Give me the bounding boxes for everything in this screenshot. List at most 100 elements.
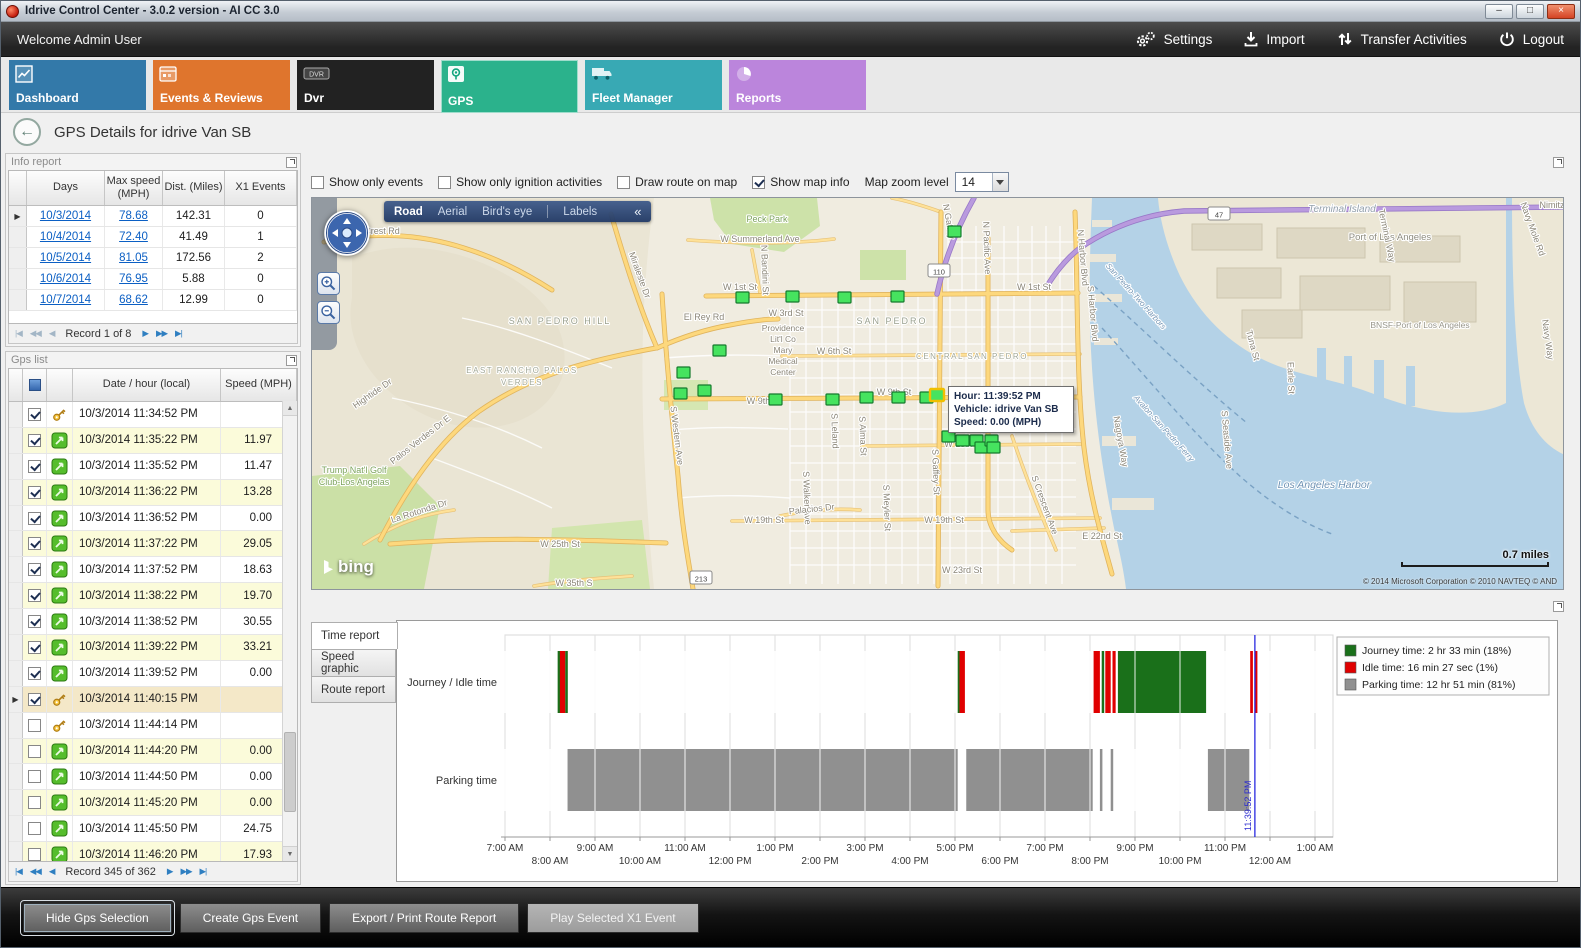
logout-button[interactable]: Logout: [1499, 31, 1564, 47]
chart-tab-speed-graphic[interactable]: Speed graphic: [311, 649, 396, 676]
settings-button[interactable]: Settings: [1135, 31, 1213, 48]
gps-map-marker[interactable]: [674, 388, 687, 399]
play-selected-x1-event-button[interactable]: Play Selected X1 Event: [527, 903, 698, 933]
gps-row[interactable]: 10/3/2014 11:36:52 PM0.00: [9, 506, 297, 532]
pager-last-button[interactable]: ▶|: [173, 328, 184, 339]
gps-map-marker[interactable]: [891, 291, 904, 302]
tab-dashboard[interactable]: Dashboard: [9, 60, 146, 110]
gps-row[interactable]: 10/3/2014 11:46:20 PM17.93: [9, 842, 297, 862]
export-print-route-report-button[interactable]: Export / Print Route Report: [329, 903, 519, 933]
row-checkbox[interactable]: [28, 770, 41, 783]
gps-header-select-all[interactable]: [23, 369, 47, 401]
pager-next-page-button[interactable]: ▶▶: [154, 328, 169, 339]
gps-map-marker[interactable]: [713, 345, 726, 356]
row-checkbox[interactable]: [28, 796, 41, 809]
gps-row[interactable]: 10/3/2014 11:38:52 PM30.55: [9, 609, 297, 635]
gps-row[interactable]: ▶10/3/2014 11:40:15 PM: [9, 687, 297, 713]
chart-tab-route-report[interactable]: Route report: [311, 676, 396, 703]
minimize-button[interactable]: –: [1485, 4, 1513, 19]
max-speed-link[interactable]: 68.62: [119, 294, 148, 306]
gps-map-marker[interactable]: [860, 392, 873, 403]
expand-chart-region-button[interactable]: [1553, 601, 1564, 612]
gps-row[interactable]: 10/3/2014 11:37:22 PM29.05: [9, 531, 297, 557]
gps-row[interactable]: 10/3/2014 11:37:52 PM18.63: [9, 557, 297, 583]
gps-map-marker[interactable]: [736, 292, 749, 303]
gps-row[interactable]: 10/3/2014 11:39:52 PM0.00: [9, 661, 297, 687]
max-speed-link[interactable]: 76.95: [119, 273, 148, 285]
row-checkbox[interactable]: [28, 408, 41, 421]
row-checkbox[interactable]: [28, 460, 41, 473]
maximize-button[interactable]: □: [1516, 4, 1544, 19]
day-link[interactable]: 10/6/2014: [40, 273, 91, 285]
hide-gps-selection-button[interactable]: Hide Gps Selection: [23, 903, 172, 933]
map[interactable]: Peck ParkCrest RdW Summerland AveMirales…: [311, 197, 1564, 590]
max-speed-link[interactable]: 72.40: [119, 231, 148, 243]
gps-row[interactable]: 10/3/2014 11:36:22 PM13.28: [9, 480, 297, 506]
option-show-map-info[interactable]: Show map info: [752, 175, 849, 189]
tab-events[interactable]: Events & Reviews: [153, 60, 290, 110]
gps-map-marker[interactable]: [956, 435, 969, 446]
gps-map-marker[interactable]: [786, 291, 799, 302]
import-button[interactable]: Import: [1244, 31, 1304, 47]
gps-map-marker[interactable]: [948, 226, 961, 237]
row-checkbox[interactable]: [28, 848, 41, 861]
pager-last-button[interactable]: ▶|: [198, 866, 209, 877]
row-checkbox[interactable]: [28, 745, 41, 758]
scroll-up-arrow[interactable]: ▲: [283, 401, 297, 416]
map-canvas[interactable]: Peck ParkCrest RdW Summerland AveMirales…: [312, 198, 1564, 589]
checkbox-show-only-events[interactable]: [311, 176, 324, 189]
map-zoom-level-select[interactable]: 14: [955, 172, 1009, 192]
gps-row[interactable]: 10/3/2014 11:38:22 PM19.70: [9, 583, 297, 609]
pager-next-page-button[interactable]: ▶▶: [178, 866, 193, 877]
gps-row[interactable]: 10/3/2014 11:45:20 PM0.00: [9, 790, 297, 816]
pager-first-button[interactable]: |◀: [13, 328, 24, 339]
table-row[interactable]: ▶10/3/201478.68142.310: [9, 206, 297, 227]
gps-map-marker[interactable]: [987, 442, 1000, 453]
row-checkbox[interactable]: [28, 563, 41, 576]
gps-map-marker[interactable]: [698, 385, 711, 396]
map-view-tab-labels[interactable]: Labels: [563, 206, 597, 218]
expand-map-region-button[interactable]: [1553, 157, 1564, 168]
row-checkbox[interactable]: [28, 512, 41, 525]
pager-prev-button[interactable]: ◀: [47, 328, 57, 339]
gps-row[interactable]: 10/3/2014 11:35:52 PM11.47: [9, 454, 297, 480]
table-row[interactable]: 10/5/201481.05172.562: [9, 248, 297, 269]
gps-map-marker[interactable]: [769, 394, 782, 405]
pager-prev-page-button[interactable]: ◀◀: [28, 866, 43, 877]
tab-fleet[interactable]: Fleet Manager: [585, 60, 722, 110]
row-checkbox[interactable]: [28, 641, 41, 654]
pager-next-button[interactable]: ▶: [165, 866, 175, 877]
row-checkbox[interactable]: [28, 719, 41, 732]
gps-row[interactable]: 10/3/2014 11:34:52 PM: [9, 402, 297, 428]
checkbox-draw-route-on-map[interactable]: [617, 176, 630, 189]
gps-row[interactable]: 10/3/2014 11:44:14 PM: [9, 713, 297, 739]
row-checkbox[interactable]: [28, 537, 41, 550]
table-row[interactable]: 10/4/201472.4041.491: [9, 227, 297, 248]
pager-prev-page-button[interactable]: ◀◀: [28, 328, 43, 339]
row-checkbox[interactable]: [28, 486, 41, 499]
checkbox-show-map-info[interactable]: [752, 176, 765, 189]
gps-map-marker[interactable]: [826, 394, 839, 405]
collapse-map-bar-button[interactable]: «: [634, 204, 641, 219]
row-checkbox[interactable]: [28, 615, 41, 628]
gps-map-marker[interactable]: [677, 367, 690, 378]
row-checkbox[interactable]: [28, 667, 41, 680]
option-draw-route-on-map[interactable]: Draw route on map: [617, 175, 737, 189]
option-show-only-ignition-activities[interactable]: Show only ignition activities: [438, 175, 602, 189]
row-checkbox[interactable]: [28, 693, 41, 706]
map-view-tab-bird-s-eye[interactable]: Bird's eye: [482, 206, 532, 218]
row-checkbox[interactable]: [28, 822, 41, 835]
gps-row[interactable]: 10/3/2014 11:44:20 PM0.00: [9, 739, 297, 765]
tab-dvr[interactable]: DVRDvr: [297, 60, 434, 110]
checkbox-show-only-ignition-activities[interactable]: [438, 176, 451, 189]
day-link[interactable]: 10/5/2014: [40, 252, 91, 264]
close-button[interactable]: ×: [1547, 4, 1575, 19]
day-link[interactable]: 10/4/2014: [40, 231, 91, 243]
row-checkbox[interactable]: [28, 434, 41, 447]
day-link[interactable]: 10/7/2014: [40, 294, 91, 306]
expand-gps-panel-button[interactable]: [286, 355, 297, 366]
gps-row[interactable]: 10/3/2014 11:35:22 PM11.97: [9, 428, 297, 454]
map-view-tab-aerial[interactable]: Aerial: [438, 206, 467, 218]
map-compass-control[interactable]: [323, 209, 371, 257]
create-gps-event-button[interactable]: Create Gps Event: [180, 903, 321, 933]
